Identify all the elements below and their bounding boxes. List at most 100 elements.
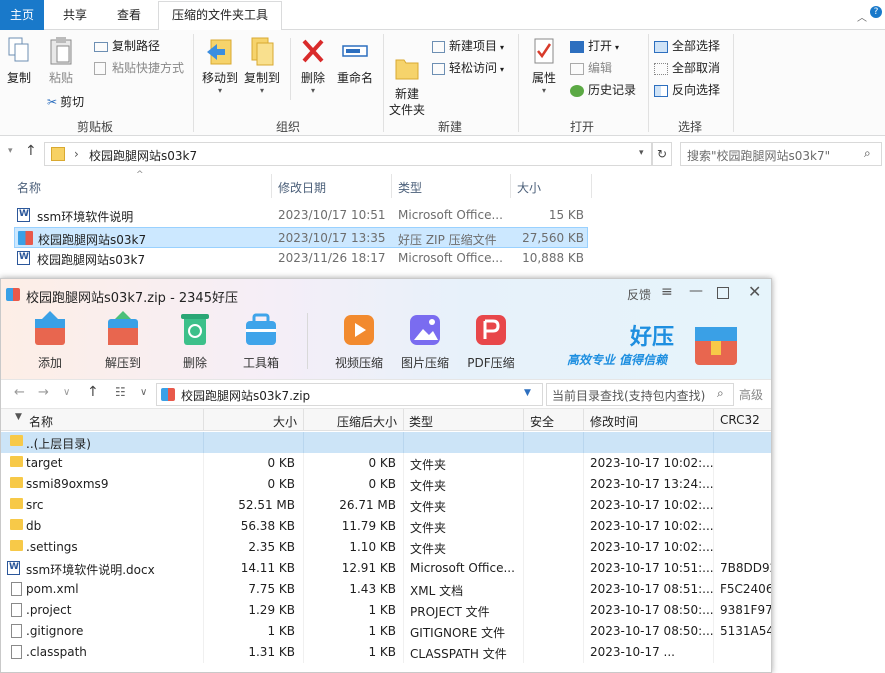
toolbox-button[interactable]: 工具箱 xyxy=(229,309,293,371)
column-divider xyxy=(303,409,304,431)
column-packed-size[interactable]: 压缩后大小 xyxy=(337,413,397,430)
history-dropdown-icon[interactable]: ∨ xyxy=(63,387,70,398)
new-item-button[interactable]: 新建项目 ▾ xyxy=(432,37,504,54)
column-security[interactable]: 安全 xyxy=(530,413,554,430)
add-button[interactable]: 添加 xyxy=(18,309,82,371)
easy-access-button[interactable]: 轻松访问 ▾ xyxy=(432,59,504,76)
feedback-button[interactable]: 反馈 xyxy=(627,286,651,303)
archive-path-field[interactable]: 校园跑腿网站s03k7.zip ▼ xyxy=(156,383,543,406)
haozip-delete-button[interactable]: 删除 xyxy=(163,309,227,371)
advanced-search-button[interactable]: 高级 xyxy=(739,386,763,403)
row-column-divider xyxy=(713,453,714,474)
chevron-down-icon: ▾ xyxy=(541,86,546,95)
new-folder-label: 新建 文件夹 xyxy=(388,87,425,117)
file-type: 好压 ZIP 压缩文件 xyxy=(398,233,497,247)
column-crc32[interactable]: CRC32 xyxy=(720,413,760,427)
select-all-button[interactable]: 全部选择 xyxy=(654,37,720,54)
menu-icon[interactable]: ≡ xyxy=(661,284,673,300)
copy-path-button[interactable]: 复制路径 xyxy=(94,37,160,54)
tab-compressed-folder-tools[interactable]: 压缩的文件夹工具 xyxy=(158,1,282,30)
row-column-divider xyxy=(203,558,204,579)
add-archive-icon xyxy=(35,311,65,345)
forward-arrow-icon[interactable]: → xyxy=(38,385,49,400)
image-compress-button[interactable]: 图片压缩 xyxy=(393,309,457,371)
column-size[interactable]: 大小 xyxy=(517,179,541,196)
up-folder-icon[interactable]: ↑ xyxy=(87,384,99,400)
archive-row[interactable]: .gitignore 1 KB 1 KB GITIGNORE 文件 2023-10-17… xyxy=(1,621,771,642)
tab-home[interactable]: 主页 xyxy=(0,0,44,30)
archive-search-field[interactable]: 当前目录查找(支持包内查找) ⌕ xyxy=(546,383,734,406)
tab-share[interactable]: 共享 xyxy=(52,2,98,30)
parent-directory-row[interactable]: ..(上层目录) xyxy=(1,432,771,453)
column-type[interactable]: 类型 xyxy=(409,413,433,430)
history-button[interactable]: 历史记录 xyxy=(570,81,636,98)
column-modified[interactable]: 修改时间 xyxy=(590,413,638,430)
archive-row[interactable]: .classpath 1.31 KB 1 KB CLASSPATH 文件 2023-10… xyxy=(1,642,771,663)
row-packed-size: 12.91 KB xyxy=(341,561,396,575)
open-label: 打开 xyxy=(588,39,613,53)
view-dropdown-icon[interactable]: ∨ xyxy=(140,387,147,398)
breadcrumb-path[interactable]: 校园跑腿网站s03k7 xyxy=(89,147,197,164)
archive-row[interactable]: ssmi89oxms9 0 KB 0 KB 文件夹 2023-10-17 13:24:.… xyxy=(1,474,771,495)
archive-row[interactable]: .project 1.29 KB 1 KB PROJECT 文件 2023-10-17 … xyxy=(1,600,771,621)
paste-shortcut-icon xyxy=(94,62,106,75)
archive-row[interactable]: src 52.51 MB 26.71 MB 文件夹 2023-10-17 10:02:.… xyxy=(1,495,771,516)
file-row[interactable]: ssm环境软件说明 2023/10/17 10:51 Microsoft Off… xyxy=(14,205,588,226)
view-mode-icon[interactable]: ☷ xyxy=(115,385,126,399)
rename-label: 重命名 xyxy=(336,71,373,85)
search-field[interactable]: 搜索"校园跑腿网站s03k7" ⌕ xyxy=(680,142,882,166)
file-row[interactable]: 校园跑腿网站s03k7 2023/11/26 18:17 Microsoft O… xyxy=(14,248,588,269)
archive-row[interactable]: .settings 2.35 KB 1.10 KB 文件夹 2023-10-17 10:… xyxy=(1,537,771,558)
extract-to-button[interactable]: 解压到 xyxy=(91,309,155,371)
new-item-label: 新建项目 xyxy=(449,39,498,53)
tab-view[interactable]: 查看 xyxy=(108,2,150,30)
up-arrow-icon[interactable]: ↑ xyxy=(25,143,37,159)
file-icon xyxy=(11,645,22,659)
invert-selection-button[interactable]: 反向选择 xyxy=(654,81,720,98)
address-field[interactable]: › 校园跑腿网站s03k7 ▾ xyxy=(44,142,652,166)
minimize-icon[interactable]: — xyxy=(689,283,703,299)
row-column-divider xyxy=(303,474,304,495)
collapse-ribbon-icon[interactable]: ︿ xyxy=(857,9,867,24)
maximize-icon[interactable] xyxy=(717,287,729,299)
row-column-divider xyxy=(583,495,584,516)
copy-button[interactable]: 复制 xyxy=(4,36,34,86)
chevron-down-icon[interactable]: ▾ xyxy=(639,148,644,158)
row-column-divider xyxy=(583,516,584,537)
recent-locations-icon[interactable]: ▾ xyxy=(8,146,13,156)
folder-icon xyxy=(51,147,65,161)
back-arrow-icon[interactable]: ← xyxy=(14,385,25,400)
properties-button[interactable]: 属性 ▾ xyxy=(524,36,564,95)
row-column-divider xyxy=(203,621,204,642)
path-dropdown-icon[interactable]: ▼ xyxy=(524,388,531,398)
refresh-button[interactable]: ↻ xyxy=(652,142,672,166)
column-date[interactable]: 修改日期 xyxy=(278,179,326,196)
file-row-selected[interactable]: 校园跑腿网站s03k7 2023/10/17 13:35 好压 ZIP 压缩文件… xyxy=(14,227,588,248)
rename-button[interactable]: 重命名 xyxy=(334,36,376,86)
help-icon[interactable]: ? xyxy=(870,6,882,18)
select-none-icon xyxy=(654,62,668,75)
archive-row[interactable]: target 0 KB 0 KB 文件夹 2023-10-17 10:02:... xyxy=(1,453,771,474)
edit-button[interactable]: 编辑 xyxy=(570,59,612,76)
close-icon[interactable]: ✕ xyxy=(748,282,761,301)
pdf-compress-button[interactable]: PDF压缩 xyxy=(459,309,523,371)
column-size[interactable]: 大小 xyxy=(273,413,297,430)
paste-button[interactable]: 粘贴 xyxy=(44,36,78,86)
delete-button[interactable]: 删除 ▾ xyxy=(296,36,330,95)
paste-shortcut-button[interactable]: 粘贴快捷方式 xyxy=(94,59,184,76)
archive-row[interactable]: pom.xml 7.75 KB 1.43 KB XML 文档 2023-10-17 08… xyxy=(1,579,771,600)
column-name[interactable]: 名称 xyxy=(29,413,53,430)
move-to-button[interactable]: 移动到 ▾ xyxy=(200,36,240,95)
copy-to-button[interactable]: 复制到 ▾ xyxy=(242,36,282,95)
column-name[interactable]: 名称 xyxy=(17,179,41,196)
archive-row[interactable]: ssm环境软件说明.docx 14.11 KB 12.91 KB Microsoft … xyxy=(1,558,771,579)
select-none-button[interactable]: 全部取消 xyxy=(654,59,720,76)
word-doc-icon xyxy=(17,208,30,222)
copy-label: 复制 xyxy=(6,71,31,85)
open-button[interactable]: 打开 ▾ xyxy=(570,37,619,54)
column-type[interactable]: 类型 xyxy=(398,179,422,196)
file-icon xyxy=(11,624,22,638)
archive-row[interactable]: db 56.38 KB 11.79 KB 文件夹 2023-10-17 10:02:..… xyxy=(1,516,771,537)
cut-button[interactable]: ✂ 剪切 xyxy=(47,93,84,110)
video-compress-button[interactable]: 视频压缩 xyxy=(327,309,391,371)
